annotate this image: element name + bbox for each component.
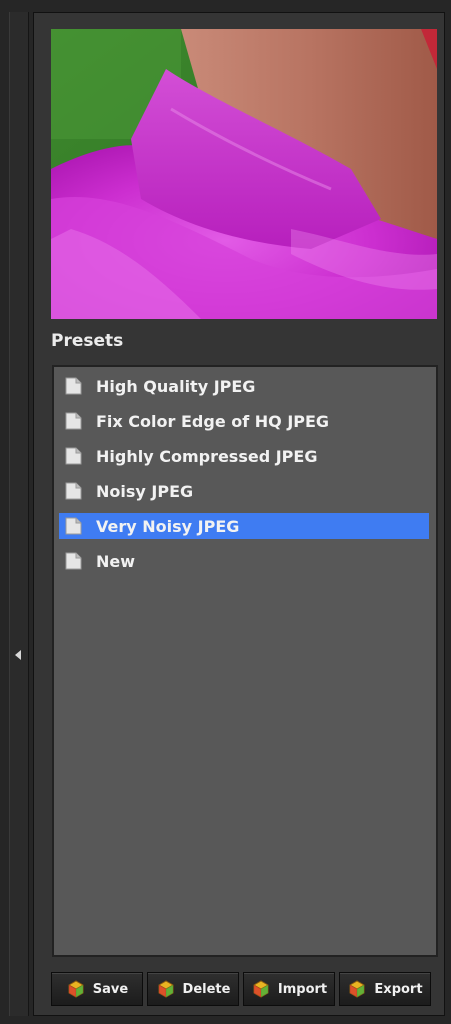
list-item-label: High Quality JPEG [96, 376, 256, 396]
preview-photo [51, 29, 437, 319]
list-item-high-quality-jpeg[interactable]: High Quality JPEG [59, 373, 429, 399]
list-item-label: Noisy JPEG [96, 481, 194, 501]
list-item-label: Fix Color Edge of HQ JPEG [96, 411, 330, 431]
delete-button-label: Delete [182, 981, 231, 997]
list-item-noisy-jpeg[interactable]: Noisy JPEG [59, 478, 429, 504]
document-icon [65, 517, 82, 535]
list-item-highly-compressed-jpeg[interactable]: Highly Compressed JPEG [59, 443, 429, 469]
import-button-label: Import [277, 981, 328, 997]
panel-collapse-handle[interactable] [9, 12, 29, 1016]
document-icon [65, 377, 82, 395]
gem-icon [253, 980, 269, 998]
document-icon [65, 552, 82, 570]
list-item-label: Very Noisy JPEG [96, 516, 240, 536]
gem-icon [68, 980, 84, 998]
gem-icon [158, 980, 174, 998]
triangle-left-icon[interactable] [15, 650, 21, 660]
gem-icon [349, 980, 365, 998]
presets-list[interactable]: High Quality JPEG Fix Color Edge of HQ J… [52, 365, 438, 957]
document-icon [65, 447, 82, 465]
save-button-label: Save [92, 981, 129, 997]
document-icon [65, 412, 82, 430]
import-button[interactable]: Import [243, 972, 335, 1006]
save-button[interactable]: Save [51, 972, 143, 1006]
list-item-label: Highly Compressed JPEG [96, 446, 318, 466]
export-button-label: Export [374, 981, 423, 997]
list-item-fix-color-edge[interactable]: Fix Color Edge of HQ JPEG [59, 408, 429, 434]
list-item-new[interactable]: New [59, 548, 429, 574]
export-button[interactable]: Export [339, 972, 431, 1006]
document-icon [65, 482, 82, 500]
list-item-very-noisy-jpeg[interactable]: Very Noisy JPEG [59, 513, 429, 539]
presets-panel: Presets High Quality JPEG Fix Color Edge… [33, 12, 445, 1016]
delete-button[interactable]: Delete [147, 972, 239, 1006]
presets-heading: Presets [51, 331, 124, 351]
presets-window: Presets High Quality JPEG Fix Color Edge… [0, 0, 451, 1024]
image-preview [51, 29, 437, 319]
list-item-label: New [96, 551, 136, 571]
